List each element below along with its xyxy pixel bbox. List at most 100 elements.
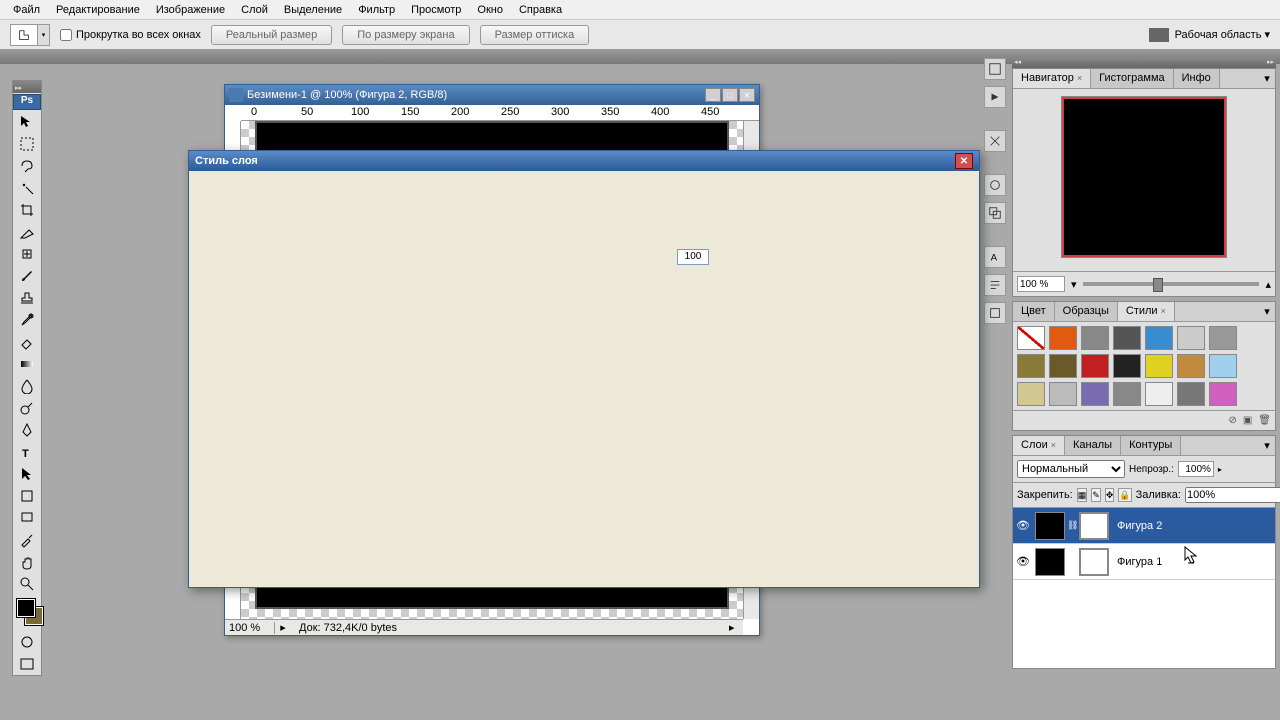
eyedropper-tool[interactable] <box>13 529 41 551</box>
style-swatch[interactable] <box>1017 326 1045 350</box>
move-tool[interactable] <box>13 111 41 133</box>
style-swatch[interactable] <box>1049 382 1077 406</box>
style-swatch[interactable] <box>1081 382 1109 406</box>
strip-clone-icon[interactable] <box>984 202 1006 224</box>
styles-panel-menu[interactable]: ▾ <box>1259 302 1275 321</box>
zoom-tool[interactable] <box>13 573 41 595</box>
zoom-display[interactable]: 100 % <box>225 622 275 634</box>
tab-color[interactable]: Цвет <box>1013 302 1055 321</box>
notes-tool[interactable] <box>13 507 41 529</box>
strip-paragraph-icon[interactable] <box>984 274 1006 296</box>
layer-name[interactable]: Фигура 1 <box>1111 556 1162 568</box>
strip-tool-presets-icon[interactable] <box>984 130 1006 152</box>
navigator-preview[interactable] <box>1062 97 1226 257</box>
toolbox-header[interactable] <box>13 81 41 93</box>
print-size-button[interactable]: Размер оттиска <box>480 25 590 45</box>
navigator-panel-menu[interactable]: ▾ <box>1259 69 1275 88</box>
workspace-selector[interactable]: Рабочая область ▾ <box>1149 28 1270 42</box>
styles-delete-icon[interactable]: 🗑 <box>1258 415 1271 426</box>
lock-paint-icon[interactable]: ✎ <box>1091 488 1101 502</box>
lock-all-icon[interactable]: 🔒 <box>1118 488 1131 502</box>
dialog-titlebar[interactable]: Стиль слоя ✕ <box>189 151 979 171</box>
tab-histogram[interactable]: Гистограмма <box>1091 69 1174 88</box>
tab-navigator[interactable]: Навигатор× <box>1013 69 1091 88</box>
close-button[interactable]: ✕ <box>739 88 755 102</box>
style-swatch[interactable] <box>1049 354 1077 378</box>
screenmode-toggle[interactable] <box>13 653 41 675</box>
tab-channels[interactable]: Каналы <box>1065 436 1121 455</box>
layer-visibility-icon[interactable]: 👁 <box>1013 519 1033 532</box>
strip-actions-icon[interactable] <box>984 86 1006 108</box>
menu-filter[interactable]: Фильтр <box>350 2 403 18</box>
menu-help[interactable]: Справка <box>511 2 570 18</box>
style-swatch[interactable] <box>1081 354 1109 378</box>
style-swatch[interactable] <box>1177 382 1205 406</box>
dialog-opacity-input[interactable]: 100 <box>677 249 709 265</box>
navigator-zoom-input[interactable] <box>1017 276 1065 292</box>
maximize-button[interactable]: □ <box>722 88 738 102</box>
opacity-input[interactable] <box>1178 461 1214 477</box>
tab-swatches[interactable]: Образцы <box>1055 302 1118 321</box>
style-swatch[interactable] <box>1177 354 1205 378</box>
opacity-stepper-icon[interactable]: ▸ <box>1218 465 1222 474</box>
foreground-color[interactable] <box>17 599 35 617</box>
brush-tool[interactable] <box>13 265 41 287</box>
lasso-tool[interactable] <box>13 155 41 177</box>
lock-transparency-icon[interactable]: ▦ <box>1077 488 1088 502</box>
fill-input[interactable] <box>1185 487 1280 503</box>
navigator-zoom-slider[interactable] <box>1083 282 1260 286</box>
zoom-in-icon[interactable]: ▴ <box>1265 278 1271 291</box>
wand-tool[interactable] <box>13 177 41 199</box>
layer-link-icon[interactable]: ⛓ <box>1067 520 1077 531</box>
dodge-tool[interactable] <box>13 397 41 419</box>
style-swatch[interactable] <box>1017 382 1045 406</box>
style-swatch[interactable] <box>1145 382 1173 406</box>
scroll-all-windows-checkbox[interactable]: Прокрутка во всех окнах <box>60 29 201 41</box>
layer-row-figura-2[interactable]: 👁 ⛓ Фигура 2 <box>1013 508 1275 544</box>
style-swatch[interactable] <box>1113 382 1141 406</box>
type-tool[interactable]: T <box>13 441 41 463</box>
fit-screen-button[interactable]: По размеру экрана <box>342 25 469 45</box>
panel-dock-header[interactable]: ◂◂▸▸ <box>1012 58 1276 68</box>
layer-mask-thumbnail[interactable] <box>1079 512 1109 540</box>
stamp-tool[interactable] <box>13 287 41 309</box>
marquee-tool[interactable] <box>13 133 41 155</box>
blend-mode-select[interactable]: Нормальный <box>1017 460 1125 478</box>
layer-thumbnail[interactable] <box>1035 548 1065 576</box>
lock-position-icon[interactable]: ✥ <box>1105 488 1115 502</box>
strip-brushes-icon[interactable] <box>984 174 1006 196</box>
layer-visibility-icon[interactable]: 👁 <box>1013 555 1033 568</box>
tab-layers[interactable]: Слои× <box>1013 436 1065 455</box>
gradient-tool[interactable] <box>13 353 41 375</box>
style-swatch[interactable] <box>1145 354 1173 378</box>
style-swatch[interactable] <box>1209 354 1237 378</box>
layer-row-figura-1[interactable]: 👁 Фигура 1 <box>1013 544 1275 580</box>
healing-tool[interactable] <box>13 243 41 265</box>
eraser-tool[interactable] <box>13 331 41 353</box>
quickmask-toggle[interactable] <box>13 631 41 653</box>
styles-new-icon[interactable]: ▣ <box>1243 415 1252 426</box>
menu-view[interactable]: Просмотр <box>403 2 469 18</box>
style-swatch[interactable] <box>1145 326 1173 350</box>
dialog-close-button[interactable]: ✕ <box>955 153 973 169</box>
minimize-button[interactable]: _ <box>705 88 721 102</box>
strip-layer-comps-icon[interactable] <box>984 302 1006 324</box>
layer-name[interactable]: Фигура 2 <box>1111 520 1162 532</box>
path-select-tool[interactable] <box>13 463 41 485</box>
strip-history-icon[interactable] <box>984 58 1006 80</box>
pen-tool[interactable] <box>13 419 41 441</box>
style-swatch[interactable] <box>1209 382 1237 406</box>
zoom-out-icon[interactable]: ▾ <box>1071 278 1077 291</box>
menu-window[interactable]: Окно <box>469 2 511 18</box>
history-brush-tool[interactable] <box>13 309 41 331</box>
menu-image[interactable]: Изображение <box>148 2 233 18</box>
style-swatch[interactable] <box>1081 326 1109 350</box>
tool-preset[interactable] <box>10 24 38 46</box>
style-swatch[interactable] <box>1017 354 1045 378</box>
tab-paths[interactable]: Контуры <box>1121 436 1181 455</box>
actual-size-button[interactable]: Реальный размер <box>211 25 332 45</box>
crop-tool[interactable] <box>13 199 41 221</box>
style-swatch[interactable] <box>1209 326 1237 350</box>
style-swatch[interactable] <box>1049 326 1077 350</box>
menu-select[interactable]: Выделение <box>276 2 350 18</box>
